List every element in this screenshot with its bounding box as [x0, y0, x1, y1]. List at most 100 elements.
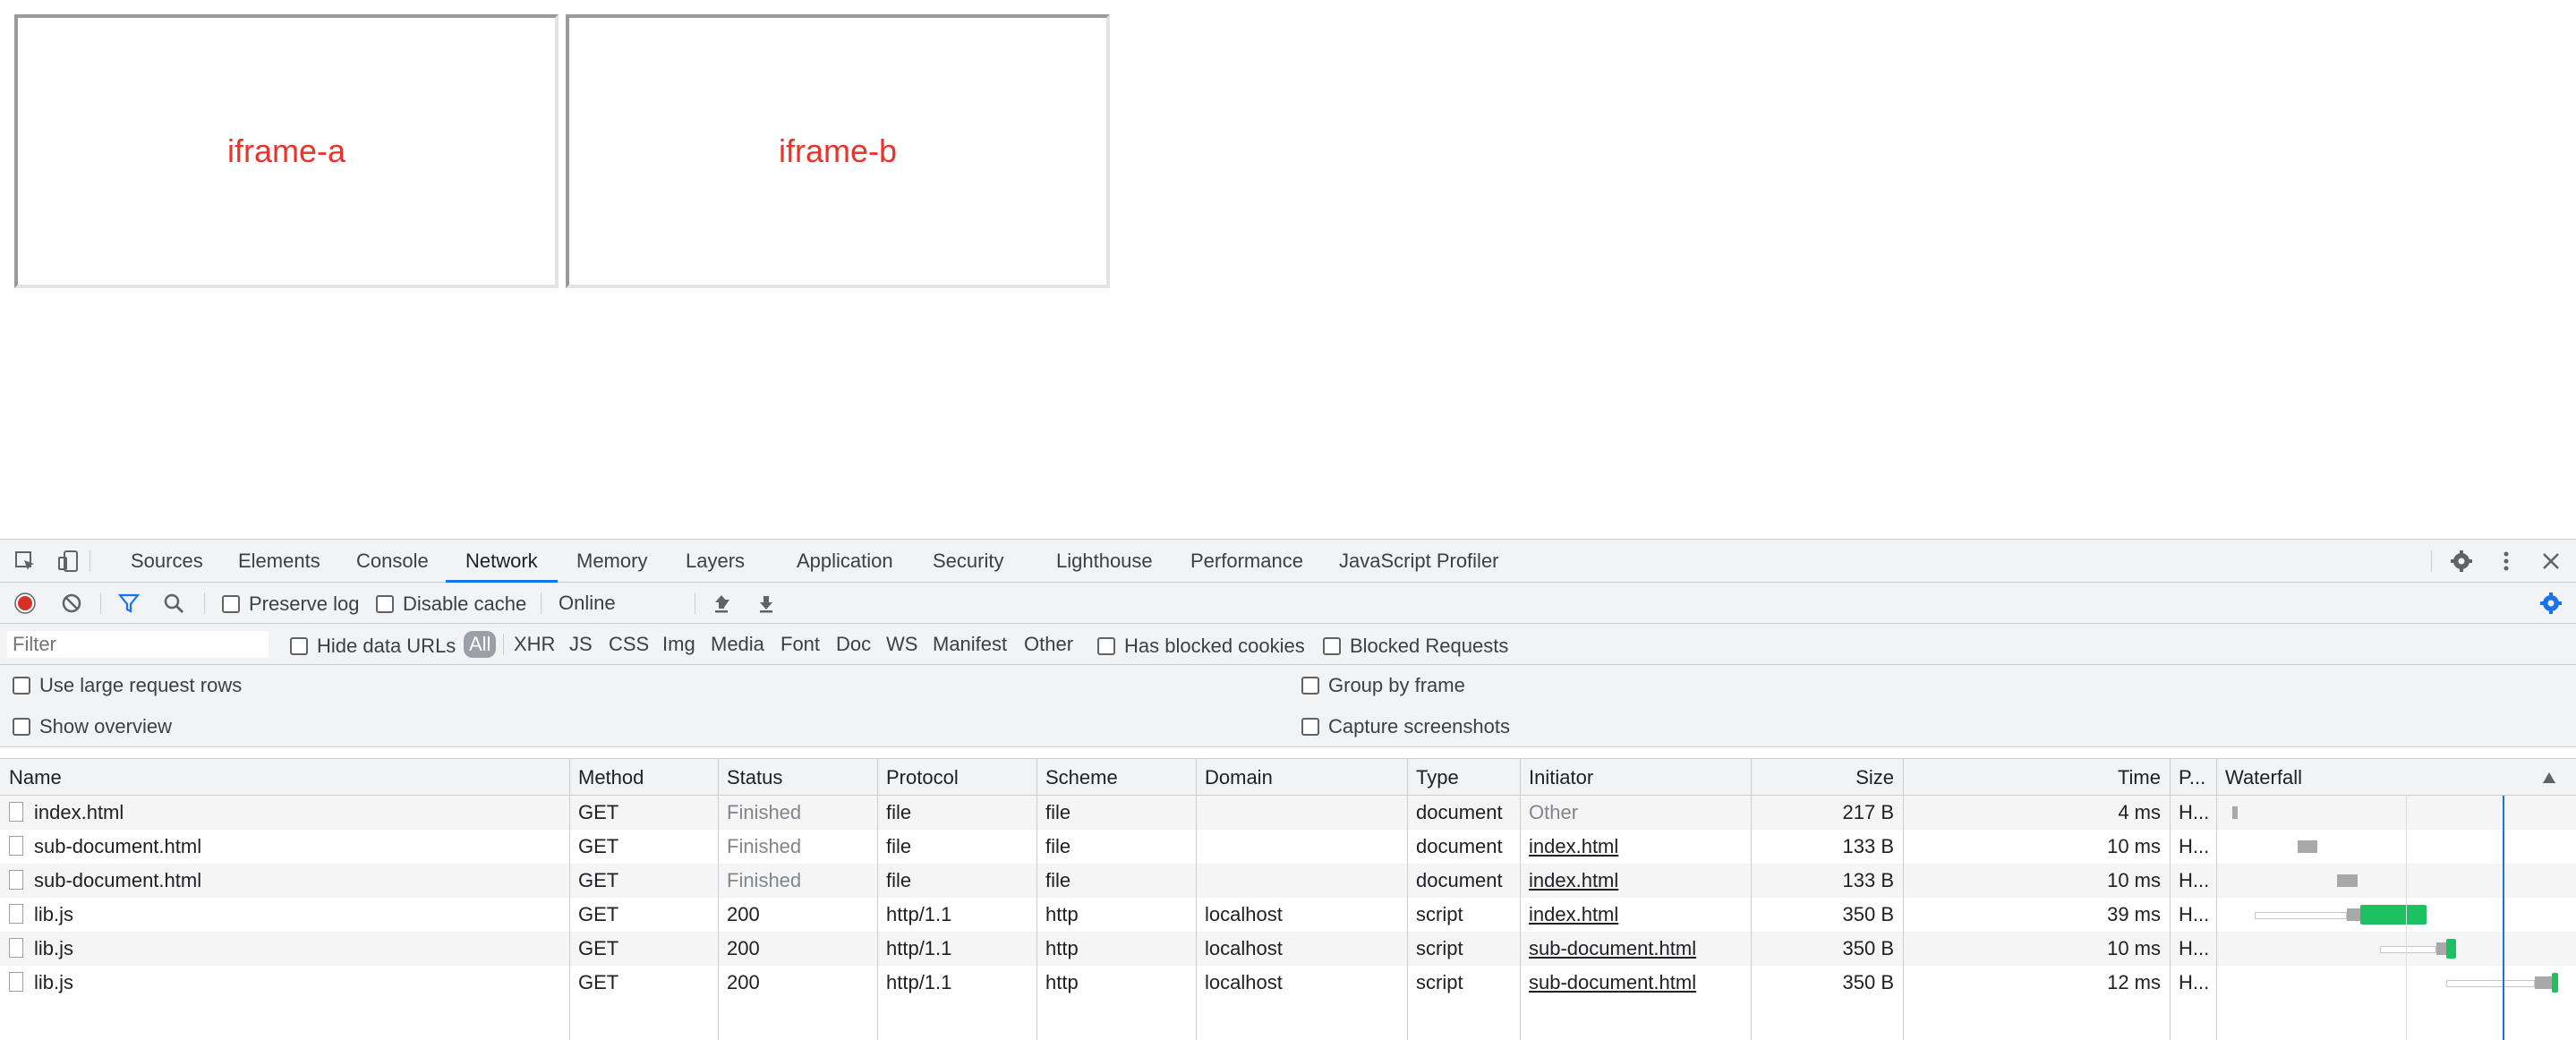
cell-status: 200 [727, 903, 760, 925]
cell-initiator[interactable]: sub-document.html [1520, 966, 1751, 1000]
request-name: index.html [34, 801, 124, 823]
tab-console[interactable]: Console [356, 540, 429, 583]
column-divider[interactable] [718, 758, 719, 1040]
cell-status: Finished [727, 835, 802, 857]
filter-icon[interactable] [116, 591, 141, 616]
iframe-a-label: iframe-a [226, 132, 346, 169]
column-header-size[interactable]: Size [1751, 759, 1903, 797]
type-filter-xhr[interactable]: XHR [514, 631, 555, 658]
column-header-scheme[interactable]: Scheme [1036, 759, 1196, 797]
type-filter-css[interactable]: CSS [609, 631, 649, 658]
filter-input[interactable] [7, 631, 269, 658]
hide-data-urls-checkbox[interactable]: Hide data URLs [290, 635, 456, 658]
column-header-time[interactable]: Time [1903, 759, 2170, 797]
disable-cache-checkbox[interactable]: Disable cache [376, 592, 526, 616]
tab-performance[interactable]: Performance [1190, 540, 1303, 583]
tab-javascript-profiler[interactable]: JavaScript Profiler [1339, 540, 1499, 583]
type-filter-js[interactable]: JS [569, 631, 593, 658]
search-icon[interactable] [161, 591, 186, 616]
column-divider[interactable] [1903, 758, 1904, 1040]
column-divider[interactable] [877, 758, 878, 1040]
blocked-requests-checkbox[interactable]: Blocked Requests [1323, 635, 1508, 658]
column-header-name[interactable]: Name [0, 759, 569, 797]
cell-domain: localhost [1205, 937, 1283, 959]
cell-domain: localhost [1205, 971, 1283, 993]
inspected-page: iframe-a iframe-b [0, 0, 2576, 539]
network-settings-gear-icon[interactable] [2538, 591, 2563, 616]
cell-size: 133 B [1842, 869, 1895, 891]
type-filter-media[interactable]: Media [711, 631, 764, 658]
column-divider[interactable] [1751, 758, 1752, 1040]
table-row[interactable]: lib.js GET 200 http/1.1 http localhost script i… [0, 898, 2576, 932]
column-divider[interactable] [1520, 758, 1521, 1040]
tab-layers[interactable]: Layers [686, 540, 745, 583]
throttling-select[interactable]: Online [559, 590, 730, 617]
cell-scheme: http [1045, 971, 1079, 993]
export-har-icon[interactable] [754, 591, 779, 616]
column-header-waterfall[interactable]: Waterfall [2216, 759, 2576, 797]
cell-initiator[interactable]: index.html [1520, 898, 1751, 932]
column-header-domain[interactable]: Domain [1196, 759, 1407, 797]
type-filter-manifest[interactable]: Manifest [933, 631, 1007, 658]
file-icon [9, 938, 23, 959]
column-divider[interactable] [1196, 758, 1197, 1040]
cell-type: script [1416, 903, 1463, 925]
tab-memory[interactable]: Memory [576, 540, 647, 583]
column-header-priority[interactable]: P... [2170, 759, 2216, 797]
cell-type: script [1416, 971, 1463, 993]
cell-initiator: Other [1529, 801, 1579, 823]
cell-initiator[interactable]: index.html [1520, 864, 1751, 898]
type-filter-font[interactable]: Font [780, 631, 820, 658]
type-filter-all[interactable]: All [464, 631, 497, 658]
tab-application[interactable]: Application [797, 540, 893, 583]
capture-screenshots-checkbox[interactable]: Capture screenshots [1301, 715, 1510, 738]
type-filter-img[interactable]: Img [662, 631, 695, 658]
hide-data-urls-label: Hide data URLs [317, 635, 456, 657]
record-icon[interactable] [13, 591, 38, 616]
preserve-log-checkbox[interactable]: Preserve log [222, 592, 360, 616]
column-divider[interactable] [2170, 758, 2171, 1040]
column-divider[interactable] [569, 758, 570, 1040]
tab-network[interactable]: Network [446, 540, 558, 583]
column-header-status[interactable]: Status [718, 759, 877, 797]
import-har-icon[interactable] [709, 591, 734, 616]
cell-domain [1196, 796, 1407, 830]
tab-sources[interactable]: Sources [131, 540, 203, 583]
table-row[interactable]: index.html GET Finished file file document Oth… [0, 796, 2576, 830]
cell-time: 12 ms [2107, 971, 2161, 993]
show-overview-checkbox[interactable]: Show overview [13, 715, 172, 738]
column-divider[interactable] [1036, 758, 1037, 1040]
type-filter-ws[interactable]: WS [886, 631, 917, 658]
settings-gear-icon[interactable] [2449, 549, 2474, 574]
table-row[interactable]: lib.js GET 200 http/1.1 http localhost script s… [0, 932, 2576, 966]
column-divider[interactable] [1407, 758, 1408, 1040]
table-row[interactable]: sub-document.html GET Finished file file docu… [0, 830, 2576, 864]
more-options-icon[interactable] [2494, 549, 2519, 574]
cell-initiator[interactable]: sub-document.html [1520, 932, 1751, 966]
group-by-frame-checkbox[interactable]: Group by frame [1301, 674, 1465, 697]
request-name: lib.js [34, 903, 74, 925]
type-filter-other[interactable]: Other [1024, 631, 1073, 658]
cell-time: 10 ms [2107, 869, 2161, 891]
table-row[interactable]: sub-document.html GET Finished file file docu… [0, 864, 2576, 898]
close-devtools-icon[interactable] [2538, 549, 2563, 574]
column-header-method[interactable]: Method [569, 759, 718, 797]
cell-priority: H... [2179, 903, 2210, 925]
column-divider[interactable] [2216, 758, 2217, 1040]
has-blocked-cookies-checkbox[interactable]: Has blocked cookies [1097, 635, 1305, 658]
tab-lighthouse[interactable]: Lighthouse [1056, 540, 1153, 583]
column-header-protocol[interactable]: Protocol [877, 759, 1036, 797]
column-header-type[interactable]: Type [1407, 759, 1520, 797]
device-toolbar-icon[interactable] [55, 549, 81, 574]
clear-icon[interactable] [59, 591, 84, 616]
cell-initiator[interactable]: index.html [1520, 830, 1751, 864]
large-request-rows-checkbox[interactable]: Use large request rows [13, 674, 242, 697]
table-row[interactable]: lib.js GET 200 http/1.1 http localhost script s… [0, 966, 2576, 1000]
inspect-element-icon[interactable] [13, 549, 38, 574]
column-header-initiator[interactable]: Initiator [1520, 759, 1751, 797]
tab-security[interactable]: Security [933, 540, 1003, 583]
cell-type: document [1416, 801, 1503, 823]
cell-size: 350 B [1842, 937, 1895, 959]
tab-elements[interactable]: Elements [238, 540, 320, 583]
type-filter-doc[interactable]: Doc [836, 631, 871, 658]
